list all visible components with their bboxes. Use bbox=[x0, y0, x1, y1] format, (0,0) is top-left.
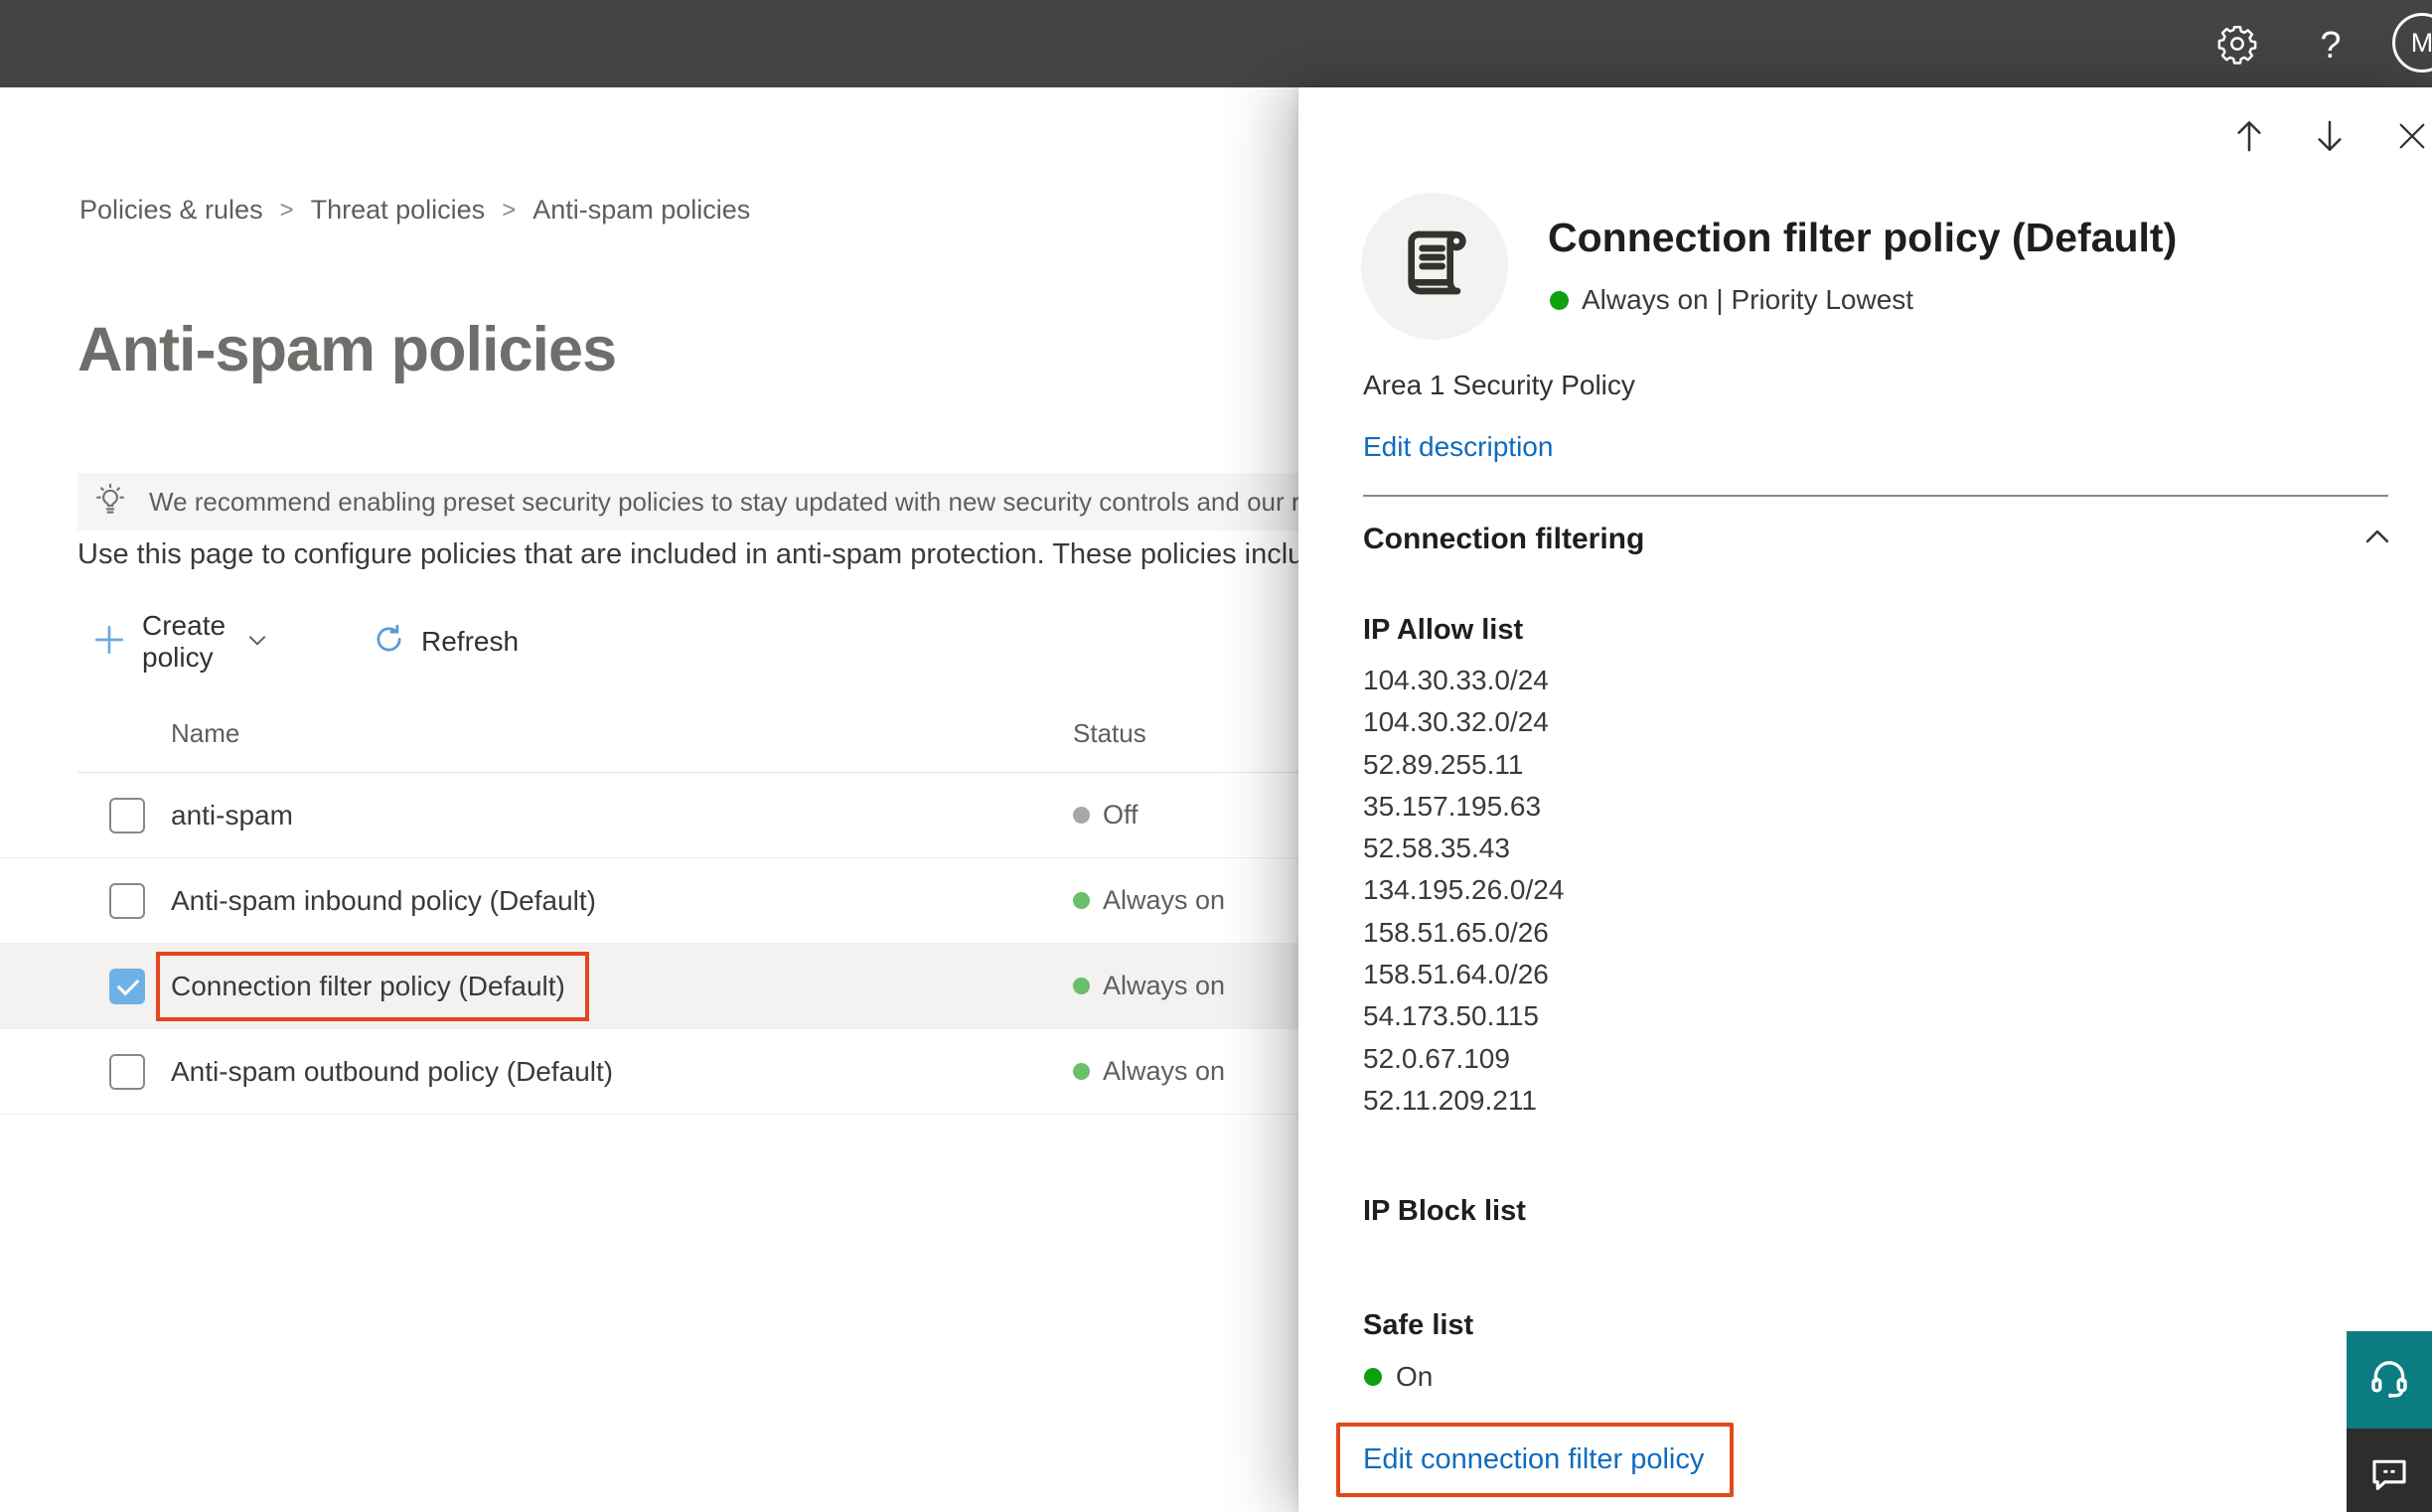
row-checkbox[interactable] bbox=[109, 1054, 145, 1090]
scroll-policy-icon bbox=[1395, 225, 1474, 309]
ip-address: 134.195.26.0/24 bbox=[1363, 874, 1565, 906]
policy-details-flyout: Connection filter policy (Default) Alway… bbox=[1298, 87, 2432, 1512]
status-label: Always on bbox=[1103, 971, 1226, 1000]
ip-address: 35.157.195.63 bbox=[1363, 790, 1542, 822]
status-dot bbox=[1073, 1063, 1090, 1080]
ip-address: 158.51.65.0/26 bbox=[1363, 916, 1549, 948]
next-item-button[interactable] bbox=[2307, 115, 2353, 161]
status-label: Always on bbox=[1103, 1056, 1226, 1086]
table-row-connection-filter[interactable]: Connection filter policy (Default) Alway… bbox=[0, 944, 1298, 1029]
ip-address: 52.58.35.43 bbox=[1363, 832, 1510, 864]
arrow-down-icon bbox=[2310, 116, 2350, 161]
create-policy-button[interactable]: Create policy bbox=[91, 610, 270, 673]
close-button[interactable] bbox=[2389, 115, 2432, 161]
policy-name[interactable]: Anti-spam outbound policy (Default) bbox=[171, 1056, 613, 1088]
ip-address: 104.30.33.0/24 bbox=[1363, 665, 1549, 695]
arrow-up-icon bbox=[2229, 116, 2269, 161]
section-connection-filtering[interactable]: Connection filtering bbox=[1363, 523, 1644, 556]
status-cell: Always on bbox=[1073, 944, 1225, 1028]
table-row-anti-spam-outbound[interactable]: Anti-spam outbound policy (Default) Alwa… bbox=[0, 1029, 1298, 1115]
breadcrumb-item-threat-policies[interactable]: Threat policies bbox=[311, 195, 486, 226]
flyout-status: Always on | Priority Lowest bbox=[1550, 284, 1913, 316]
policy-name[interactable]: Connection filter policy (Default) bbox=[156, 951, 589, 1021]
status-label: Off bbox=[1103, 800, 1139, 830]
safe-list-status-label: On bbox=[1396, 1361, 1434, 1392]
table-row-anti-spam[interactable]: anti-spam Off bbox=[0, 773, 1298, 858]
create-policy-label: Create policy bbox=[142, 610, 227, 673]
help-icon: ? bbox=[2320, 24, 2342, 67]
ip-allow-list: 104.30.33.0/24 104.30.32.0/24 52.89.255.… bbox=[1363, 660, 1564, 1122]
status-cell: Off bbox=[1073, 773, 1139, 857]
avatar-initial: M bbox=[2410, 27, 2432, 58]
ip-address: 52.89.255.11 bbox=[1363, 748, 1524, 780]
refresh-button[interactable]: Refresh bbox=[372, 612, 519, 672]
status-cell: Always on bbox=[1073, 1029, 1225, 1114]
status-dot bbox=[1073, 807, 1090, 824]
edit-connection-filter-policy-link[interactable]: Edit connection filter policy bbox=[1340, 1427, 1730, 1493]
ip-address: 104.30.32.0/24 bbox=[1363, 706, 1549, 738]
policy-name[interactable]: anti-spam bbox=[171, 800, 293, 832]
screen: ? M Policies & rules > Threat policies >… bbox=[0, 0, 2432, 1512]
row-checkbox[interactable] bbox=[109, 798, 145, 833]
banner-text: We recommend enabling preset security po… bbox=[149, 486, 1298, 517]
ip-address: 158.51.64.0/26 bbox=[1363, 959, 1549, 990]
status-label: Always on bbox=[1103, 885, 1226, 915]
refresh-label: Refresh bbox=[421, 626, 520, 657]
policy-table: anti-spam Off Anti-spam inbound policy (… bbox=[0, 773, 1298, 1115]
status-cell: Always on bbox=[1073, 858, 1225, 943]
divider bbox=[1363, 495, 2388, 497]
ip-block-list-heading: IP Block list bbox=[1363, 1195, 1526, 1227]
refresh-icon bbox=[372, 622, 406, 662]
status-dot bbox=[1073, 892, 1090, 909]
lightbulb-icon bbox=[91, 481, 129, 524]
table-row-anti-spam-inbound[interactable]: Anti-spam inbound policy (Default) Alway… bbox=[0, 858, 1298, 944]
status-dot bbox=[1550, 290, 1569, 310]
safe-list-heading: Safe list bbox=[1363, 1309, 1474, 1341]
ip-address: 52.11.209.211 bbox=[1363, 1084, 1537, 1116]
status-dot bbox=[1073, 978, 1090, 994]
collapse-section-button[interactable] bbox=[2357, 519, 2397, 558]
page-description: Use this page to configure policies that… bbox=[77, 538, 1298, 570]
close-icon bbox=[2394, 118, 2430, 159]
avatar[interactable]: M bbox=[2392, 13, 2432, 73]
page-title: Anti-spam policies bbox=[77, 315, 617, 384]
policy-avatar bbox=[1361, 193, 1508, 340]
help-button[interactable]: ? bbox=[2307, 22, 2355, 70]
breadcrumb-separator: > bbox=[279, 196, 294, 224]
settings-button[interactable] bbox=[2213, 22, 2261, 70]
breadcrumb-item-policies-rules[interactable]: Policies & rules bbox=[79, 195, 263, 226]
column-header-status[interactable]: Status bbox=[1073, 718, 1146, 749]
headset-icon bbox=[2365, 1354, 2413, 1407]
gear-icon bbox=[2216, 23, 2258, 70]
policy-name[interactable]: Anti-spam inbound policy (Default) bbox=[171, 885, 596, 917]
row-checkbox[interactable] bbox=[109, 969, 145, 1004]
breadcrumb-separator: > bbox=[502, 196, 517, 224]
ip-allow-list-heading: IP Allow list bbox=[1363, 614, 1524, 646]
ip-address: 54.173.50.115 bbox=[1363, 1000, 1539, 1032]
chevron-down-icon bbox=[244, 627, 270, 658]
plus-icon bbox=[91, 622, 127, 663]
safe-list-status: On bbox=[1364, 1361, 1433, 1393]
breadcrumb-item-anti-spam-policies: Anti-spam policies bbox=[532, 195, 751, 225]
flyout-status-text: Always on | Priority Lowest bbox=[1582, 284, 1914, 315]
policy-description: Area 1 Security Policy bbox=[1363, 370, 1635, 400]
row-checkbox[interactable] bbox=[109, 883, 145, 919]
annotation-highlight-box: Edit connection filter policy bbox=[1336, 1423, 1735, 1497]
feedback-button[interactable] bbox=[2347, 1429, 2432, 1512]
breadcrumb: Policies & rules > Threat policies > Ant… bbox=[79, 195, 750, 226]
previous-item-button[interactable] bbox=[2226, 115, 2272, 161]
ip-address: 52.0.67.109 bbox=[1363, 1042, 1510, 1074]
column-header-name[interactable]: Name bbox=[171, 718, 239, 749]
top-app-bar: ? M bbox=[0, 0, 2432, 87]
flyout-title: Connection filter policy (Default) bbox=[1548, 215, 2178, 260]
edit-description-link[interactable]: Edit description bbox=[1363, 431, 1553, 463]
chevron-up-icon bbox=[2360, 520, 2394, 558]
support-button[interactable] bbox=[2347, 1331, 2432, 1429]
recommendation-banner: We recommend enabling preset security po… bbox=[77, 473, 1298, 530]
chat-feedback-icon bbox=[2367, 1453, 2411, 1502]
status-dot bbox=[1364, 1368, 1382, 1386]
